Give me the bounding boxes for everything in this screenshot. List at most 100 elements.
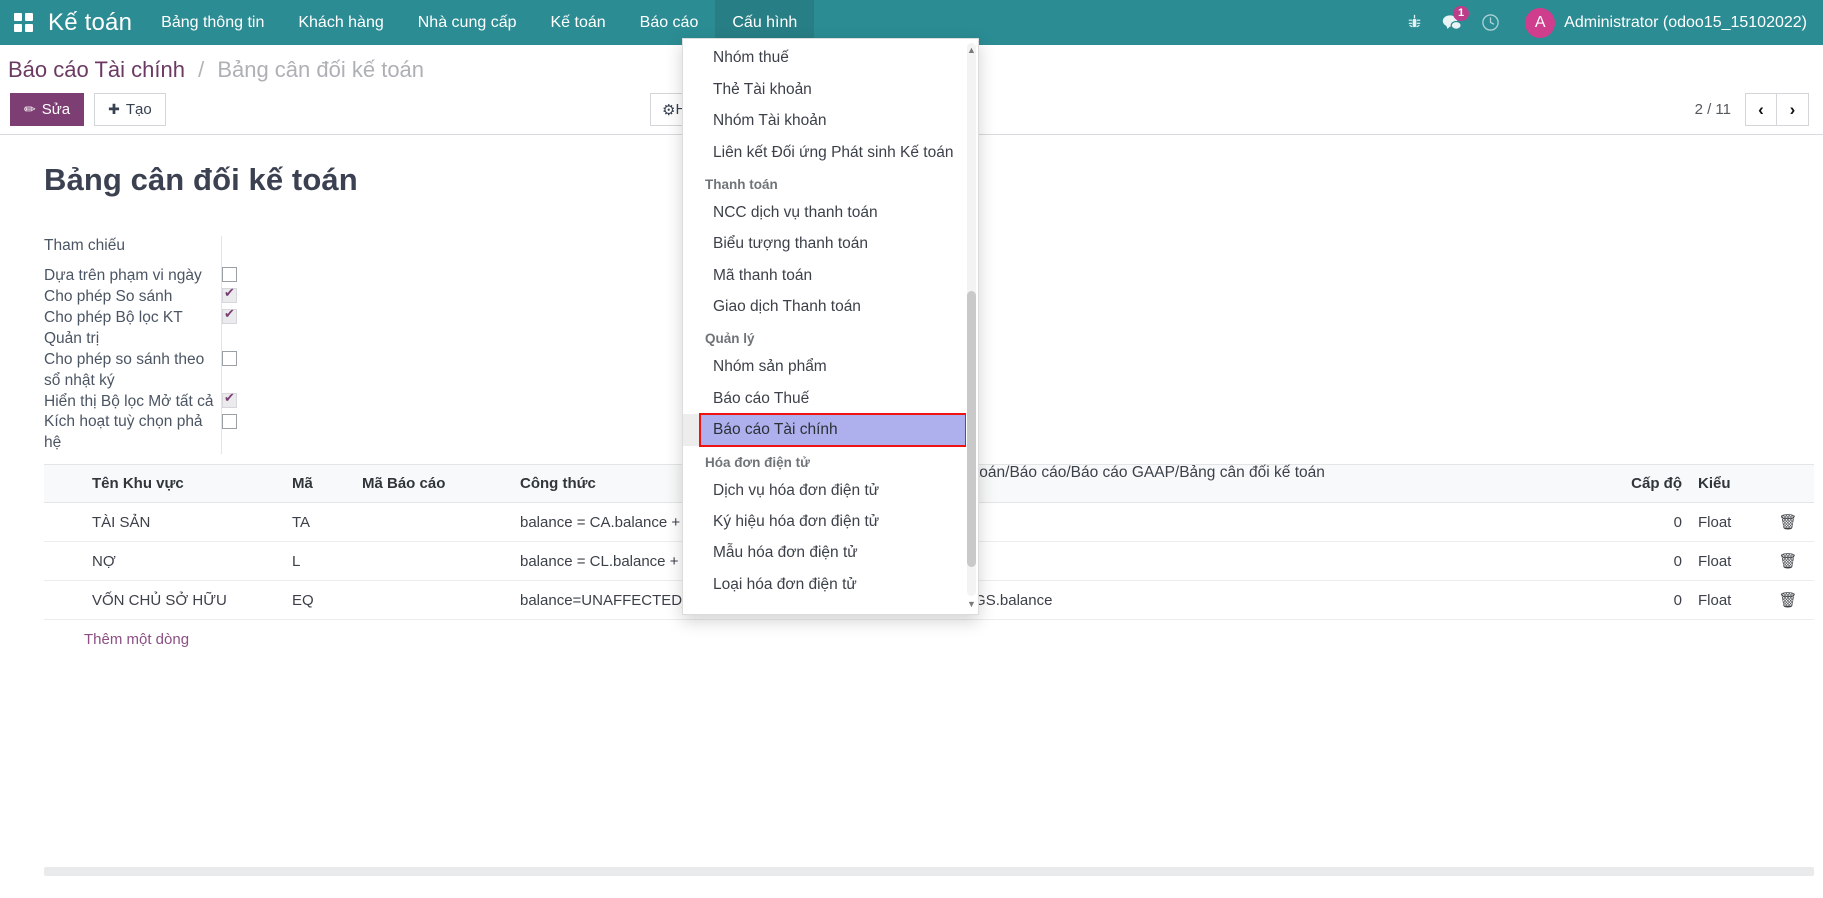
row-handle[interactable] [44, 542, 84, 581]
cell-level[interactable]: 0 [1602, 503, 1690, 542]
cell-name[interactable]: TÀI SẢN [84, 503, 284, 542]
clock-icon [1481, 13, 1500, 32]
checkbox-kich-hoat-tuy-chon-pha-he[interactable] [222, 414, 237, 429]
dropdown-item-bao-cao-tai-chinh[interactable]: Báo cáo Tài chính [700, 414, 966, 445]
dropdown-item-lien-ket-doi-ung[interactable]: Liên kết Đối ứng Phát sinh Kế toán [683, 137, 966, 168]
cell-report-code[interactable] [354, 542, 512, 581]
navbar-right-group: 1 A Administrator (odoo15_15102022) [1395, 0, 1823, 45]
dropdown-item-loai-hoa-don-dien-tu[interactable]: Loại hóa đơn điện tử [683, 569, 966, 600]
user-menu-label[interactable]: Administrator (odoo15_15102022) [1564, 14, 1807, 32]
apps-menu-toggle[interactable] [0, 0, 46, 45]
create-button[interactable]: ✚ Tạo [94, 93, 166, 126]
dropdown-item-nhom-san-pham[interactable]: Nhóm sản phẩm [683, 351, 966, 382]
dropdown-item-the-tai-khoan[interactable]: Thẻ Tài khoản [683, 74, 966, 105]
cell-name[interactable]: NỢ [84, 542, 284, 581]
cell-formula[interactable]: balance = CL.balance + NL.balance [512, 542, 1602, 581]
cell-delete[interactable]: 🗑 [1762, 581, 1814, 620]
checkbox-cho-phep-so-sanh[interactable] [222, 288, 237, 303]
dropdown-scrollbar-thumb[interactable] [967, 291, 976, 567]
dropdown-section-quan-ly: Quản lý [683, 322, 966, 351]
pager-next-button[interactable]: › [1777, 93, 1809, 126]
menu-khach-hang[interactable]: Khách hàng [281, 0, 400, 45]
dropdown-scrollbar[interactable] [967, 43, 976, 596]
dropdown-items: Nhóm Sổ nhật ký Nhóm thuế Thẻ Tài khoản … [683, 39, 966, 600]
dropdown-item-mau-hoa-don-dien-tu[interactable]: Mẫu hóa đơn điện tử [683, 537, 966, 568]
checkbox-cho-phep-so-sanh-theo-so-nhat-ky[interactable] [222, 351, 237, 366]
app-root: Kế toán Bảng thông tin Khách hàng Nhà cu… [0, 0, 1823, 898]
col-header-code[interactable]: Mã [284, 465, 354, 503]
field-label-hien-thi-bo-loc-mo-tat-ca: Hiển thị Bộ lọc Mở tất cả [44, 392, 222, 413]
cell-formula[interactable]: balance=UNAFFECTED_EARNINGS.balance+RETA… [512, 581, 1602, 620]
cell-type[interactable]: Float [1690, 542, 1762, 581]
cell-code[interactable]: L [284, 542, 354, 581]
checkbox-cho-phep-bo-loc-kt-quan-tri[interactable] [222, 309, 237, 324]
cell-code[interactable]: TA [284, 503, 354, 542]
checkbox-du-tren-pham-vi-ngay[interactable] [222, 267, 237, 282]
horizontal-scrollbar[interactable] [44, 867, 1814, 876]
cell-code[interactable]: EQ [284, 581, 354, 620]
trash-icon[interactable]: 🗑 [1778, 553, 1797, 570]
create-button-label: Tạo [126, 101, 152, 118]
cell-report-code[interactable] [354, 503, 512, 542]
menu-ke-toan[interactable]: Kế toán [533, 0, 622, 45]
breadcrumb-separator: / [198, 57, 204, 82]
chevron-left-icon: ‹ [1758, 100, 1764, 120]
cell-delete[interactable]: 🗑 [1762, 503, 1814, 542]
dropdown-item-dich-vu-hoa-don-dien-tu[interactable]: Dịch vụ hóa đơn điện tử [683, 475, 966, 506]
field-label-kich-hoat-tuy-chon-pha-he: Kích hoạt tuỳ chọn phả hệ [44, 412, 222, 454]
col-header-report-code[interactable]: Mã Báo cáo [354, 465, 512, 503]
col-header-type[interactable]: Kiểu [1690, 465, 1762, 503]
messages-counter-badge: 1 [1453, 6, 1469, 21]
menu-nha-cung-cap[interactable]: Nhà cung cấp [401, 0, 534, 45]
dropdown-scroll-area: Nhóm Sổ nhật ký Nhóm thuế Thẻ Tài khoản … [683, 39, 966, 614]
dropdown-item-ma-thanh-toan[interactable]: Mã thanh toán [683, 260, 966, 291]
caret-up-icon[interactable]: ▲ [966, 43, 977, 56]
field-label-cho-phep-so-sanh: Cho phép So sánh [44, 287, 222, 308]
cell-level[interactable]: 0 [1602, 542, 1690, 581]
trash-icon[interactable]: 🗑 [1778, 592, 1797, 609]
trash-icon[interactable]: 🗑 [1778, 514, 1797, 531]
cell-formula[interactable]: balance = CA.balance + FA.balance + PNCA… [512, 503, 1602, 542]
dropdown-item-giao-dich-thanh-toan[interactable]: Giao dịch Thanh toán [683, 291, 966, 322]
gear-icon: ⚙ [662, 101, 675, 119]
field-label-du-tren-pham-vi-ngay: Dựa trên phạm vi ngày [44, 266, 222, 287]
cell-delete[interactable]: 🗑 [1762, 542, 1814, 581]
cell-report-code[interactable] [354, 581, 512, 620]
dropdown-item-nhom-tai-khoan[interactable]: Nhóm Tài khoản [683, 105, 966, 136]
dropdown-item-ky-hieu-hoa-don-dien-tu[interactable]: Ký hiệu hóa đơn điện tử [683, 506, 966, 537]
dropdown-item-nhom-thue[interactable]: Nhóm thuế [683, 42, 966, 73]
pager-value[interactable]: 2 / 11 [1695, 101, 1731, 118]
cell-level[interactable]: 0 [1602, 581, 1690, 620]
field-label-cho-phep-bo-loc-kt-quan-tri: Cho phép Bộ lọc KT Quản trị [44, 308, 222, 350]
messaging-menu-button[interactable]: 1 [1433, 0, 1471, 45]
breadcrumb-parent[interactable]: Báo cáo Tài chính [8, 57, 185, 82]
col-header-level[interactable]: Cấp độ [1602, 465, 1690, 503]
app-brand-title[interactable]: Kế toán [46, 9, 144, 37]
cell-type[interactable]: Float [1690, 503, 1762, 542]
caret-down-icon[interactable]: ▼ [966, 597, 977, 610]
menu-bang-thong-tin[interactable]: Bảng thông tin [144, 0, 281, 45]
edit-button[interactable]: ✏ Sửa [10, 93, 84, 126]
add-line-button[interactable]: Thêm một dòng [44, 620, 197, 659]
activity-menu-button[interactable] [1471, 0, 1509, 45]
row-handle[interactable] [44, 581, 84, 620]
dropdown-section-hoa-don-dien-tu: Hóa đơn điện tử [683, 446, 966, 475]
cell-name[interactable]: VỐN CHỦ SỞ HỮU [84, 581, 284, 620]
bug-icon [1406, 14, 1423, 31]
avatar[interactable]: A [1525, 8, 1555, 38]
dropdown-item-ncc-dich-vu-thanh-toan[interactable]: NCC dịch vụ thanh toán [683, 197, 966, 228]
pager: 2 / 11 ‹ › [1695, 93, 1809, 126]
breadcrumb-current: Bảng cân đối kế toán [217, 57, 424, 82]
dropdown-item-bao-cao-thue[interactable]: Báo cáo Thuế [683, 383, 966, 414]
dropdown-item-bieu-tuong-thanh-toan[interactable]: Biểu tượng thanh toán [683, 228, 966, 259]
cell-type[interactable]: Float [1690, 581, 1762, 620]
pencil-icon: ✏ [24, 101, 36, 118]
row-handle[interactable] [44, 503, 84, 542]
col-header-name[interactable]: Tên Khu vực [84, 465, 284, 503]
debug-manager-button[interactable] [1395, 0, 1433, 45]
col-header-handle [44, 465, 84, 503]
checkbox-hien-thi-bo-loc-mo-tat-ca[interactable] [222, 393, 237, 408]
dropdown-section-thanh-toan: Thanh toán [683, 168, 966, 197]
pager-previous-button[interactable]: ‹ [1745, 93, 1777, 126]
field-label-cho-phep-so-sanh-theo-so-nhat-ky: Cho phép so sánh theo sổ nhật ký [44, 350, 222, 392]
